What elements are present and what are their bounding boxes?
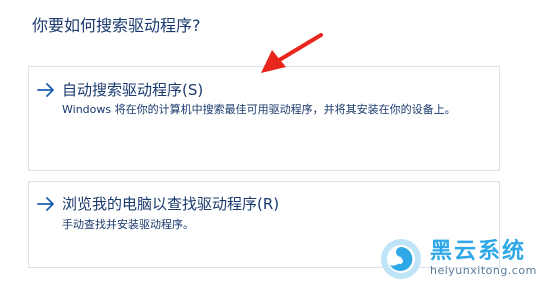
auto-search-option-title: 自动搜索驱动程序(S) xyxy=(62,81,204,99)
watermark: 黑云系统 heiyunxitong.com xyxy=(380,238,537,280)
arrow-right-icon xyxy=(37,82,54,97)
arrow-right-icon xyxy=(37,196,54,211)
browse-computer-option-description: 手动查找并安装驱动程序。 xyxy=(62,218,194,231)
browse-computer-option-header: 浏览我的电脑以查找驱动程序(R) xyxy=(37,193,279,214)
watermark-url: heiyunxitong.com xyxy=(430,264,537,277)
brand-logo-icon xyxy=(381,239,421,279)
browse-computer-option-title: 浏览我的电脑以查找驱动程序(R) xyxy=(62,195,280,213)
auto-search-option-header: 自动搜索驱动程序(S) xyxy=(37,79,203,100)
auto-search-option-description: Windows 将在你的计算机中搜索最佳可用驱动程序，并将其安装在你的设备上。 xyxy=(62,103,456,116)
dialog-question: 你要如何搜索驱动程序? xyxy=(32,16,201,35)
watermark-brand: 黑云系统 xyxy=(430,239,527,264)
red-pointer-arrow-icon xyxy=(261,33,323,73)
auto-search-option[interactable]: 自动搜索驱动程序(S) Windows 将在你的计算机中搜索最佳可用驱动程序，并… xyxy=(28,66,500,171)
